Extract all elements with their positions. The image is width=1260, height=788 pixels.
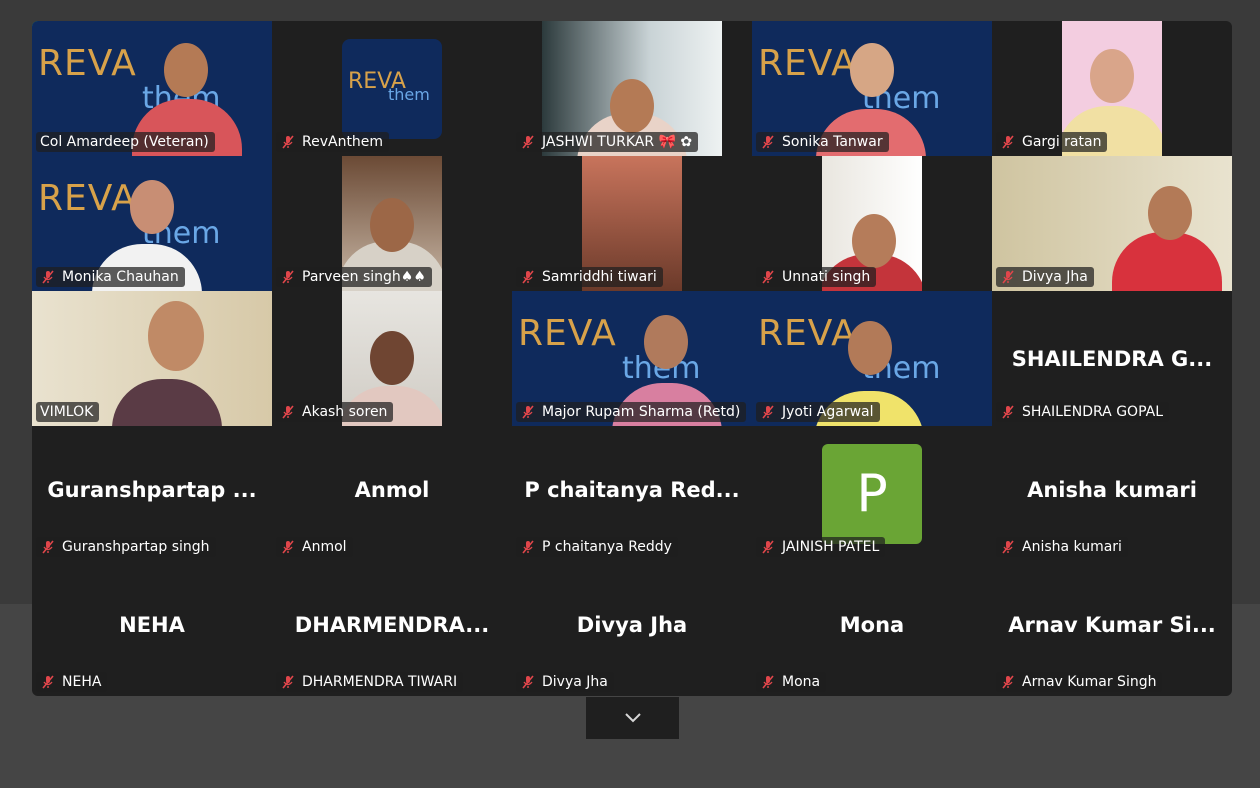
avatar: P [822, 444, 922, 544]
participant-name-label: Unnati singh [756, 267, 877, 287]
participant-name-label: Sonika Tanwar [756, 132, 889, 152]
person-silhouette [164, 43, 208, 97]
participant-name-label: Guranshpartap singh [36, 537, 216, 557]
participant-display-name: SHAILENDRA G... [1011, 347, 1213, 371]
mic-muted-icon [520, 269, 536, 285]
participant-tile[interactable]: Arnav Kumar Si... Arnav Kumar Singh [992, 561, 1232, 696]
mic-muted-icon [280, 539, 296, 555]
participant-name-label: VIMLOK [36, 402, 100, 422]
participant-tile[interactable]: Akash soren [272, 291, 512, 426]
participant-name-label: RevAnthem [276, 132, 390, 152]
mic-muted-icon [760, 134, 776, 150]
participant-display-name: Divya Jha [576, 613, 688, 637]
expand-toolbar-button[interactable] [586, 697, 679, 739]
participant-tile[interactable]: Unnati singh [752, 156, 992, 291]
mic-muted-icon [760, 539, 776, 555]
participant-name-label: Arnav Kumar Singh [996, 672, 1163, 692]
participant-display-name: DHARMENDRA... [294, 613, 490, 637]
participant-name-label: P chaitanya Reddy [516, 537, 678, 557]
participant-tile[interactable]: REVA them Jyoti Agarwal [752, 291, 992, 426]
participant-name-label: SHAILENDRA GOPAL [996, 402, 1169, 422]
participant-name-label: Anmol [276, 537, 353, 557]
participant-tile[interactable]: DHARMENDRA... DHARMENDRA TIWARI [272, 561, 512, 696]
participant-tile[interactable]: REVA them Major Rupam Sharma (Retd) [512, 291, 752, 426]
participant-display-name: Anisha kumari [1027, 478, 1197, 502]
mic-muted-icon [520, 539, 536, 555]
mic-muted-icon [1000, 539, 1016, 555]
participant-tile[interactable]: Divya Jha [992, 156, 1232, 291]
mic-muted-icon [1000, 134, 1016, 150]
participant-tile[interactable]: NEHA NEHA [32, 561, 272, 696]
participant-name-label: Major Rupam Sharma (Retd) [516, 402, 747, 422]
participant-name-label: NEHA [36, 672, 108, 692]
participant-tile[interactable]: REVA them Monika Chauhan [32, 156, 272, 291]
participant-display-name: P chaitanya Red... [524, 478, 740, 502]
participant-name-label: Parveen singh♠♠ [276, 267, 432, 287]
mic-muted-icon [1000, 269, 1016, 285]
participant-tile[interactable]: REVA them Sonika Tanwar [752, 21, 992, 156]
participant-tile[interactable]: P chaitanya Red... P chaitanya Reddy [512, 426, 752, 561]
participant-tile[interactable]: REVA them Col Amardeep (Veteran) [32, 21, 272, 156]
gallery-view: REVA them Col Amardeep (Veteran) REVA th… [32, 21, 1232, 696]
mic-muted-icon [40, 539, 56, 555]
mic-muted-icon [760, 269, 776, 285]
participant-tile[interactable]: Samriddhi tiwari [512, 156, 752, 291]
mic-muted-icon [280, 404, 296, 420]
participant-name-label: Monika Chauhan [36, 267, 185, 287]
mic-muted-icon [280, 134, 296, 150]
mic-muted-icon [520, 134, 536, 150]
participant-name-label: Akash soren [276, 402, 394, 422]
mic-muted-icon [1000, 404, 1016, 420]
mic-muted-icon [40, 269, 56, 285]
participant-name-label: Gargi ratan [996, 132, 1108, 152]
participant-tile[interactable]: Anisha kumari Anisha kumari [992, 426, 1232, 561]
participant-name-label: Mona [756, 672, 827, 692]
participant-name-label: Jyoti Agarwal [756, 402, 880, 422]
participant-tile[interactable]: Gargi ratan [992, 21, 1232, 156]
participant-tile[interactable]: SHAILENDRA G... SHAILENDRA GOPAL [992, 291, 1232, 426]
participant-display-name: Arnav Kumar Si... [1008, 613, 1216, 637]
participant-tile[interactable]: Parveen singh♠♠ [272, 156, 512, 291]
brand-text: REVA [38, 43, 137, 84]
mic-muted-icon [1000, 674, 1016, 690]
mic-muted-icon [280, 269, 296, 285]
profile-logo: REVA them [342, 39, 442, 139]
mic-muted-icon [760, 404, 776, 420]
participant-tile[interactable]: Divya Jha Divya Jha [512, 561, 752, 696]
mic-muted-icon [280, 674, 296, 690]
participant-name-label: Divya Jha [996, 267, 1094, 287]
participant-tile[interactable]: REVA them RevAnthem [272, 21, 512, 156]
participant-tile[interactable]: Mona Mona [752, 561, 992, 696]
mic-muted-icon [40, 674, 56, 690]
participant-name-label: Anisha kumari [996, 537, 1128, 557]
participant-tile[interactable]: Guranshpartap ... Guranshpartap singh [32, 426, 272, 561]
participant-name-label: Divya Jha [516, 672, 614, 692]
participant-name-label: Col Amardeep (Veteran) [36, 132, 215, 152]
participant-display-name: Guranshpartap ... [47, 478, 257, 502]
mic-muted-icon [760, 674, 776, 690]
participant-display-name: NEHA [119, 613, 185, 637]
participant-name-label: DHARMENDRA TIWARI [276, 672, 464, 692]
mic-muted-icon [520, 404, 536, 420]
participant-name-label: JAINISH PATEL [756, 537, 886, 557]
chevron-down-icon [624, 713, 641, 723]
participant-name-label: Samriddhi tiwari [516, 267, 663, 287]
participant-tile[interactable]: Anmol Anmol [272, 426, 512, 561]
mic-muted-icon [520, 674, 536, 690]
participant-tile[interactable]: P JAINISH PATEL [752, 426, 992, 561]
participant-tile[interactable]: VIMLOK [32, 291, 272, 426]
participant-tile[interactable]: JASHWI TURKAR 🎀 ✿ [512, 21, 752, 156]
participant-name-label: JASHWI TURKAR 🎀 ✿ [516, 132, 699, 152]
participant-display-name: Anmol [354, 478, 430, 502]
participant-display-name: Mona [839, 613, 905, 637]
